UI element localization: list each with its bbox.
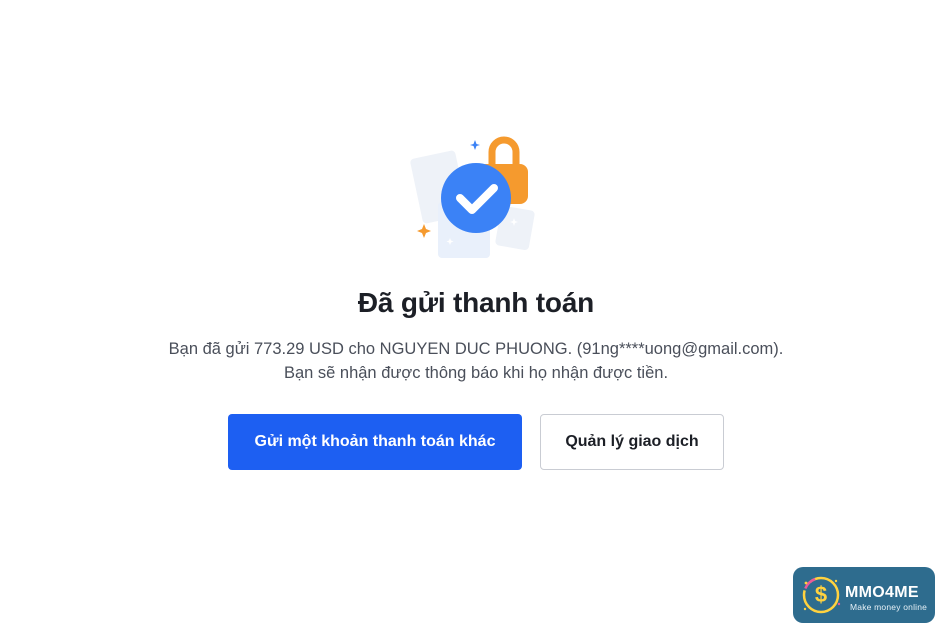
dollar-coin-logo-icon: $ <box>802 576 841 614</box>
payment-sent-screen: Đã gửi thanh toán Bạn đã gửi 773.29 USD … <box>0 0 952 636</box>
page-title: Đã gửi thanh toán <box>357 287 595 318</box>
payment-success-check-lock-icon <box>410 136 535 258</box>
watermark-tagline: Make money online <box>850 602 928 612</box>
send-another-payment-button[interactable]: Gửi một khoản thanh toán khác <box>228 414 522 470</box>
svg-text:$: $ <box>815 582 827 607</box>
manage-transactions-button[interactable]: Quản lý giao dịch <box>540 414 724 470</box>
watermark-badge: $ MMO4ME Make money online <box>793 567 935 623</box>
payment-details-text: Bạn đã gửi 773.29 USD cho NGUYEN DUC PHU… <box>168 340 784 358</box>
notification-info-text: Bạn sẽ nhận được thông báo khi họ nhận đ… <box>283 364 669 382</box>
payment-success-illustration <box>410 132 542 262</box>
watermark-brand: MMO4ME <box>845 584 919 601</box>
